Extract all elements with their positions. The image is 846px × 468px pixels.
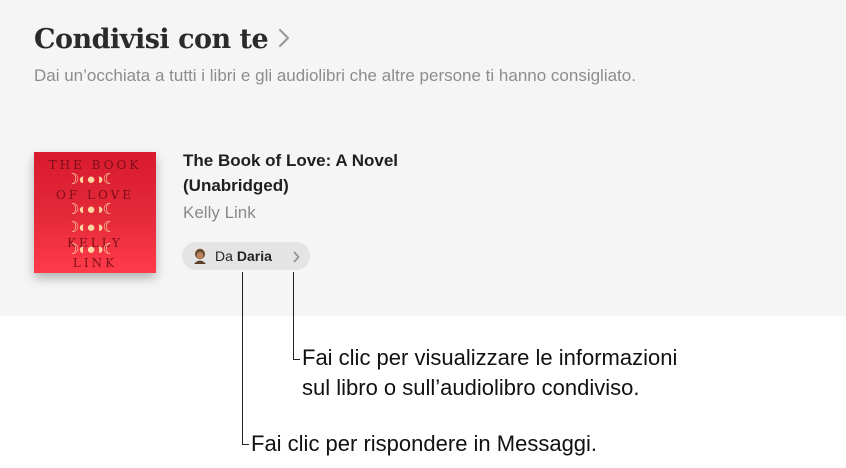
shared-from-name: Daria <box>236 248 272 264</box>
callout-line-reply-tick <box>242 444 249 445</box>
book-author[interactable]: Kelly Link <box>183 203 256 223</box>
section-subtitle: Dai un’occhiata a tutti i libri e gli au… <box>34 66 636 85</box>
chevron-right-icon <box>278 28 290 53</box>
section-header-link[interactable]: Condivisi con te <box>34 24 290 55</box>
callout-info-text: Fai clic per visualizzare le informazion… <box>302 343 677 403</box>
callout-info-line: Fai clic per visualizzare le informazion… <box>302 345 678 370</box>
shared-from-button[interactable]: Da Daria <box>182 242 310 270</box>
cover-moons-decoration: ☽◐●◑☾ <box>66 171 116 188</box>
shared-with-you-panel: Condivisi con te Dai un’occhiata a tutti… <box>0 0 846 316</box>
callout-line-info <box>293 272 294 360</box>
book-cover[interactable]: THE BOOK ☽◐●◑☾ OF LOVE ☽◐●◑☾ ☽◐●◑☾ KELLY… <box>34 152 156 273</box>
section-title: Condivisi con te <box>34 24 269 55</box>
cover-moons-decoration: ☽◐●◑☾ <box>66 241 116 258</box>
callout-line-info-tick <box>293 359 300 360</box>
shared-from-label: Da <box>215 248 233 264</box>
callout-line-reply <box>242 272 243 445</box>
callout-reply-text: Fai clic per rispondere in Messaggi. <box>251 431 598 456</box>
cover-text-line: THE BOOK <box>48 158 142 172</box>
book-title[interactable]: The Book of Love: A Novel (Unabridged) <box>183 148 403 198</box>
cover-moons-decoration: ☽◐●◑☾ <box>66 219 116 236</box>
cover-text-line: OF LOVE <box>56 188 134 202</box>
cover-moons-decoration: ☽◐●◑☾ <box>66 201 116 218</box>
callout-info-line: sul libro o sull’audiolibro condiviso. <box>302 375 640 400</box>
chevron-right-icon <box>293 250 300 268</box>
cover-text-line: LINK <box>72 256 118 270</box>
memoji-avatar-icon <box>191 247 209 265</box>
